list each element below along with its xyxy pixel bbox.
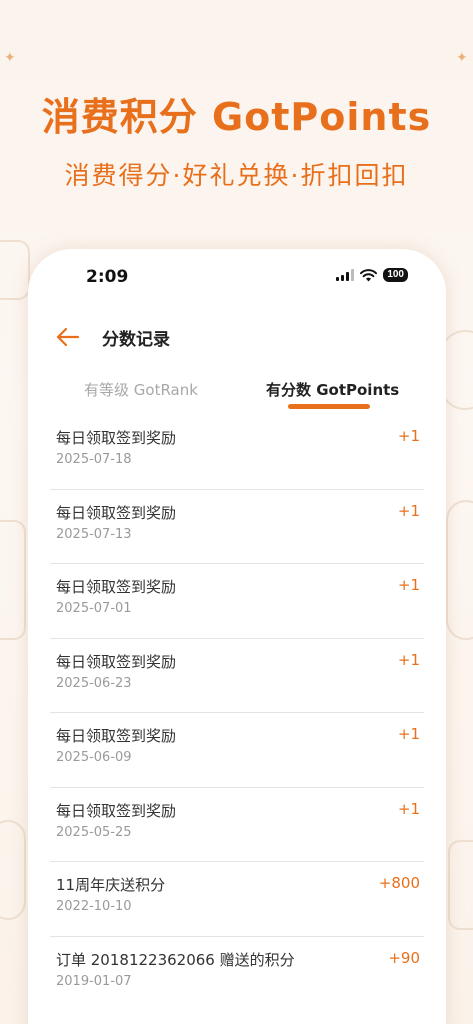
record-title: 11周年庆送积分 xyxy=(56,876,166,894)
list-item: 11周年庆送积分 2022-10-10 +800 xyxy=(50,862,424,937)
status-icons: 100 xyxy=(336,268,408,282)
record-points: +1 xyxy=(397,650,420,669)
record-points: +1 xyxy=(397,576,420,594)
record-title: 每日领取签到奖励 xyxy=(56,801,177,820)
list-item: 每日领取签到奖励 2025-07-18 +1 xyxy=(50,415,424,490)
list-item: 每日领取签到奖励 2025-05-25 +1 xyxy=(50,788,424,862)
record-points: +1 xyxy=(397,799,420,818)
record-date: 2025-07-01 xyxy=(56,601,132,616)
background-illustration xyxy=(0,240,30,300)
list-item: 每日领取签到奖励 2025-06-09 +1 xyxy=(50,713,424,788)
record-points: +1 xyxy=(397,427,420,445)
status-bar: 2:09 100 xyxy=(28,249,446,305)
record-date: 2025-07-18 xyxy=(56,452,132,467)
tab-bar: 有等级 GotRank 有分数 GotPoints xyxy=(28,373,446,413)
background-illustration xyxy=(0,520,26,640)
promo-title: 消费积分 GotPoints xyxy=(41,95,432,139)
record-points: +1 xyxy=(397,501,420,520)
record-date: 2025-06-23 xyxy=(56,675,132,691)
wifi-icon xyxy=(360,268,378,281)
record-date: 2022-10-10 xyxy=(56,899,132,914)
points-record-list: 每日领取签到奖励 2025-07-18 +1 每日领取签到奖励 2025-07-… xyxy=(50,415,424,1011)
back-arrow-icon[interactable] xyxy=(54,325,80,349)
record-title: 每日领取签到奖励 xyxy=(56,727,177,745)
signal-icon xyxy=(336,269,355,281)
background-illustration xyxy=(446,500,473,640)
list-item: 每日领取签到奖励 2025-06-23 +1 xyxy=(50,639,424,713)
list-item: 每日领取签到奖励 2025-07-01 +1 xyxy=(50,564,424,639)
list-item: 订单 2018122362066 赠送的积分 2019-01-07 +90 xyxy=(50,937,424,1012)
page-title: 分数记录 xyxy=(102,330,170,350)
record-points: +1 xyxy=(397,725,420,743)
phone-screen: 2:09 100 分数记录 有等级 GotRank 有分数 GotPoints … xyxy=(28,249,446,1024)
status-time: 2:09 xyxy=(86,267,129,287)
record-points: +800 xyxy=(378,874,420,892)
nav-bar: 分数记录 xyxy=(28,317,446,357)
background-illustration xyxy=(0,820,26,920)
record-title: 每日领取签到奖励 xyxy=(56,429,177,447)
record-title: 订单 2018122362066 赠送的积分 xyxy=(56,950,295,969)
record-date: 2019-01-07 xyxy=(56,973,132,989)
tab-gotrank[interactable]: 有等级 GotRank xyxy=(84,379,198,400)
active-tab-indicator xyxy=(288,404,370,409)
record-date: 2025-05-25 xyxy=(56,824,132,840)
battery-icon: 100 xyxy=(383,268,408,282)
list-item: 每日领取签到奖励 2025-07-13 +1 xyxy=(50,490,424,564)
promo-subtitle: 消费得分·好礼兑换·折扣回扣 xyxy=(64,161,409,190)
record-title: 每日领取签到奖励 xyxy=(56,652,177,671)
tab-gotpoints[interactable]: 有分数 GotPoints xyxy=(266,379,399,400)
record-date: 2025-07-13 xyxy=(56,526,132,542)
sparkle-icon: ✦ xyxy=(456,50,468,66)
record-title: 每日领取签到奖励 xyxy=(56,503,177,522)
record-points: +90 xyxy=(388,948,420,967)
background-illustration xyxy=(448,840,473,930)
record-date: 2025-06-09 xyxy=(56,750,132,765)
record-title: 每日领取签到奖励 xyxy=(56,578,177,596)
sparkle-icon: ✦ xyxy=(4,50,16,66)
